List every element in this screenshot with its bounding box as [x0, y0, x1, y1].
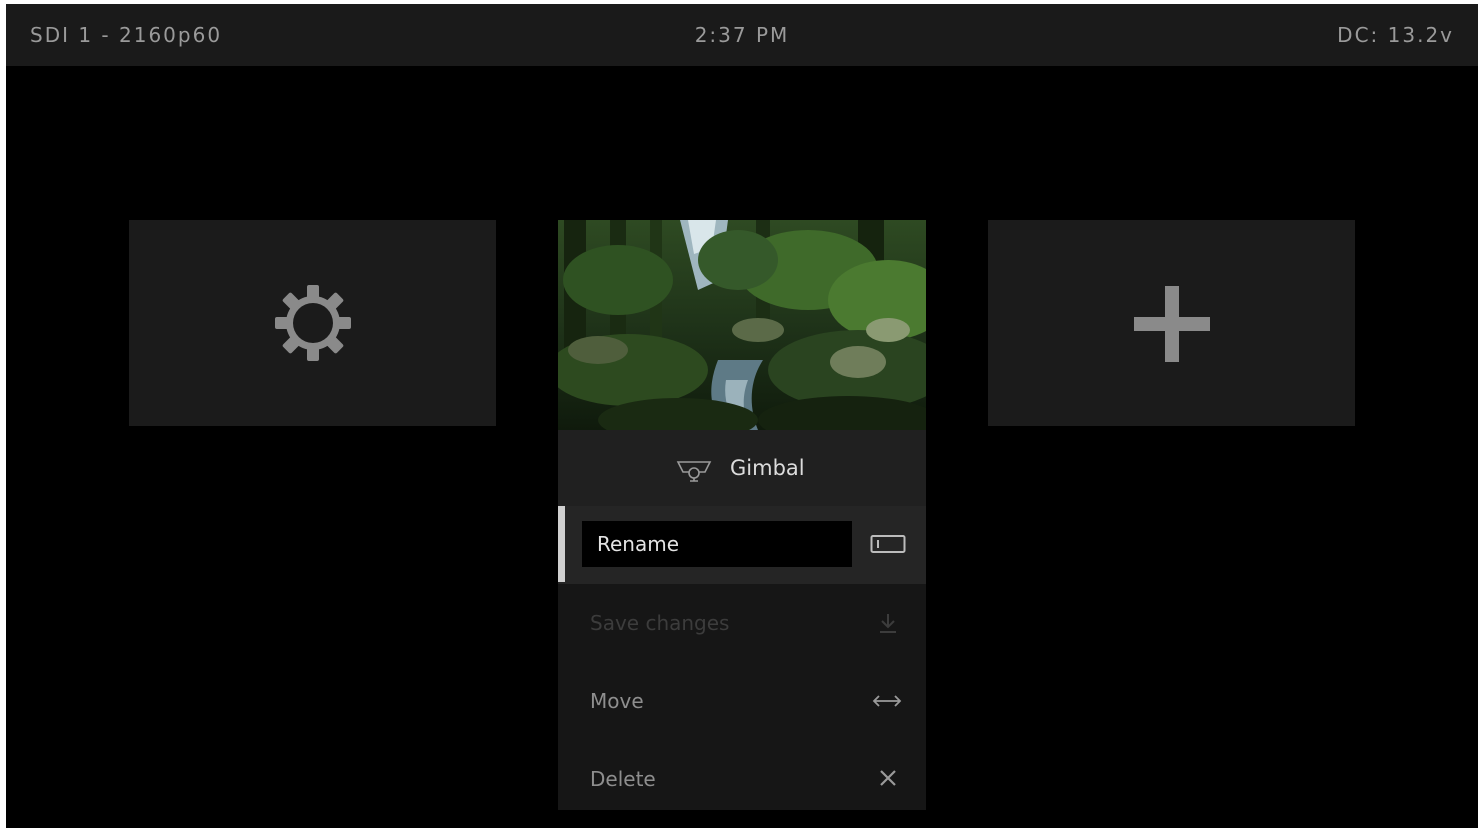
rename-field-icon: [870, 535, 906, 553]
move-label: Move: [590, 689, 644, 713]
selection-indicator: [558, 506, 565, 582]
clock: 2:37 PM: [694, 23, 790, 47]
save-changes-menu-item: Save changes: [558, 584, 926, 662]
settings-tile[interactable]: [129, 220, 496, 426]
status-bar: SDI 1 - 2160p60 2:37 PM DC: 13.2v: [6, 4, 1478, 66]
gear-icon: [275, 285, 351, 361]
preset-name-row: Gimbal: [558, 430, 926, 506]
add-preset-tile[interactable]: [988, 220, 1355, 426]
gimbal-icon: [676, 461, 712, 482]
rename-field[interactable]: Rename: [582, 521, 852, 567]
close-icon: [880, 770, 896, 786]
save-download-icon: [880, 614, 896, 633]
plus-icon: [1134, 286, 1210, 362]
preset-thumbnail[interactable]: [558, 220, 926, 430]
rename-label: Rename: [597, 532, 680, 556]
save-changes-label: Save changes: [590, 611, 730, 635]
move-arrows-icon: [872, 695, 902, 707]
preset-card: Gimbal Rename Save changes Move Delete: [558, 220, 926, 810]
camera-screen: SDI 1 - 2160p60 2:37 PM DC: 13.2v Gimbal…: [6, 4, 1478, 828]
rename-menu-item[interactable]: Rename: [558, 506, 926, 584]
power-status: DC: 13.2v: [1337, 23, 1454, 47]
delete-label: Delete: [590, 767, 656, 791]
preset-name: Gimbal: [730, 456, 805, 480]
delete-menu-item[interactable]: Delete: [558, 740, 926, 818]
move-menu-item[interactable]: Move: [558, 662, 926, 740]
